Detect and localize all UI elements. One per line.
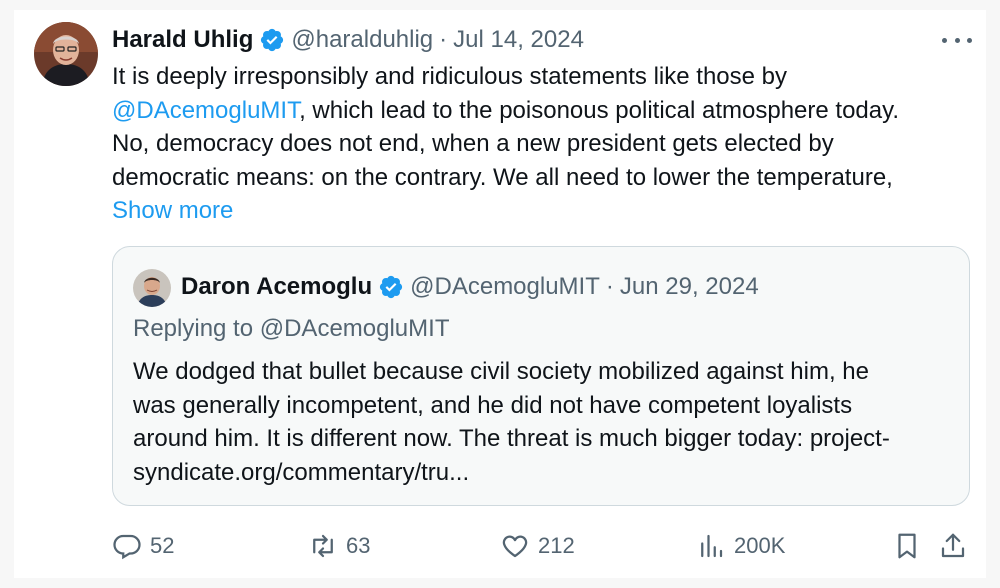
views-count: 200K <box>734 533 786 558</box>
quoted-text-line: We dodged that bullet because civil soci… <box>133 358 869 385</box>
share-icon <box>941 533 965 558</box>
like-count: 212 <box>538 533 575 558</box>
mention-link[interactable]: @DAcemogluMIT <box>112 97 299 124</box>
separator-dot: · <box>439 26 448 53</box>
quoted-text-line: syndicate.org/commentary/tru... <box>133 458 470 486</box>
bookmark-icon <box>898 533 916 559</box>
reply-button[interactable]: 52 <box>112 528 174 564</box>
tweet-text-line: democratic means: on the contrary. We al… <box>112 163 893 191</box>
like-icon <box>502 535 528 558</box>
retweet-button[interactable]: 63 <box>308 528 370 564</box>
quoted-tweet-header: Daron Acemoglu @DAcemogluMIT · Jun 29, 2… <box>181 271 759 303</box>
quoted-author-handle[interactable]: @DAcemogluMIT <box>410 273 600 301</box>
tweet-text-line: It is deeply irresponsibly and ridiculou… <box>112 63 787 90</box>
views-icon <box>701 534 723 558</box>
more-horizontal-icon[interactable] <box>942 28 972 52</box>
retweet-icon <box>313 534 333 558</box>
quoted-tweet-date[interactable]: Jun 29, 2024 <box>620 273 759 301</box>
quoted-author-name[interactable]: Daron Acemoglu <box>181 273 372 301</box>
tweet-header: Harald Uhlig @haralduhlig · Jul 14, 2024 <box>112 24 584 56</box>
quoted-tweet-text: We dodged that bullet because civil soci… <box>133 355 953 489</box>
tweet-text: It is deeply irresponsibly and ridiculou… <box>112 60 978 228</box>
share-button[interactable] <box>938 528 976 564</box>
tweet-card[interactable]: Harald Uhlig @haralduhlig · Jul 14, 2024… <box>14 10 986 578</box>
verified-badge-icon <box>380 275 403 299</box>
tweet-date[interactable]: Jul 14, 2024 <box>453 26 584 54</box>
like-button[interactable]: 212 <box>500 528 575 564</box>
replying-to: Replying to @DAcemogluMIT <box>133 315 450 342</box>
author-name[interactable]: Harald Uhlig <box>112 26 253 54</box>
author-avatar[interactable] <box>34 22 98 86</box>
quoted-text-line: was generally incompetent, and he did no… <box>133 391 853 419</box>
action-bar: 52 63 212 200K <box>112 528 972 564</box>
retweet-count: 63 <box>346 533 371 558</box>
tweet-text-line: @DAcemogluMIT, which lead to the poisono… <box>112 94 978 128</box>
author-handle[interactable]: @haralduhlig <box>291 26 433 54</box>
tweet-text-line: No, democracy does not end, when a new p… <box>112 130 834 157</box>
views-button[interactable]: 200K <box>696 528 785 564</box>
separator-dot: · <box>605 273 614 300</box>
quoted-tweet[interactable]: Daron Acemoglu @DAcemogluMIT · Jun 29, 2… <box>112 246 970 506</box>
quoted-author-avatar[interactable] <box>133 269 171 307</box>
verified-badge-icon <box>261 28 284 52</box>
reply-icon <box>113 534 141 560</box>
reply-count: 52 <box>150 533 175 558</box>
tweet-text-fragment: , which lead to the poisonous political … <box>299 96 899 124</box>
show-more-link[interactable]: Show more <box>112 194 978 228</box>
bookmark-button[interactable] <box>892 528 930 564</box>
quoted-text-line: around him. It is different now. The thr… <box>133 425 890 452</box>
